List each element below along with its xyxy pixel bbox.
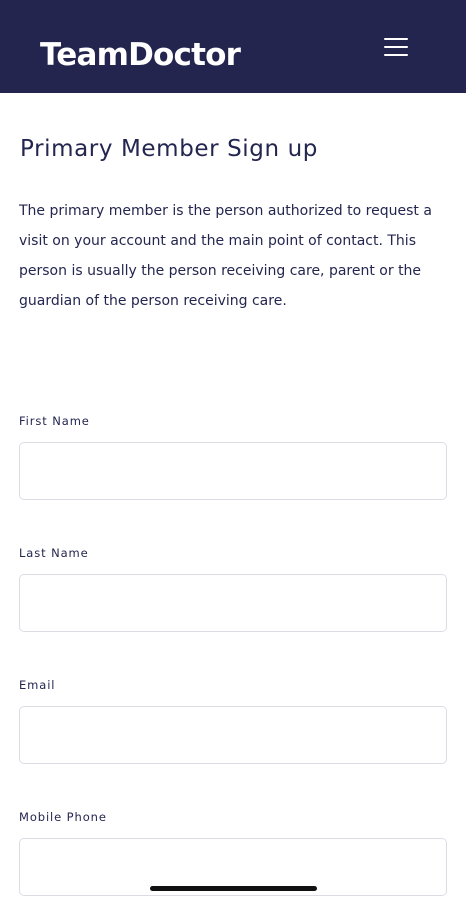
first-name-label: First Name bbox=[19, 414, 90, 428]
teamdoctor-logo[interactable]: TeamDoctor bbox=[40, 40, 241, 71]
page-title: Primary Member Sign up bbox=[20, 136, 318, 162]
hamburger-menu-icon[interactable] bbox=[376, 30, 416, 64]
email-field[interactable] bbox=[19, 706, 447, 764]
home-indicator[interactable] bbox=[150, 886, 317, 891]
intro-text: The primary member is the person authori… bbox=[19, 203, 432, 309]
first-name-field[interactable] bbox=[19, 442, 447, 500]
mobile-phone-label: Mobile Phone bbox=[19, 810, 107, 824]
last-name-field[interactable] bbox=[19, 574, 447, 632]
menu-bar-bottom bbox=[384, 54, 408, 56]
last-name-label: Last Name bbox=[19, 546, 89, 560]
menu-bar-middle bbox=[384, 46, 408, 48]
email-label: Email bbox=[19, 678, 56, 692]
menu-bar-top bbox=[384, 38, 408, 40]
app-header: TeamDoctor bbox=[0, 0, 466, 93]
